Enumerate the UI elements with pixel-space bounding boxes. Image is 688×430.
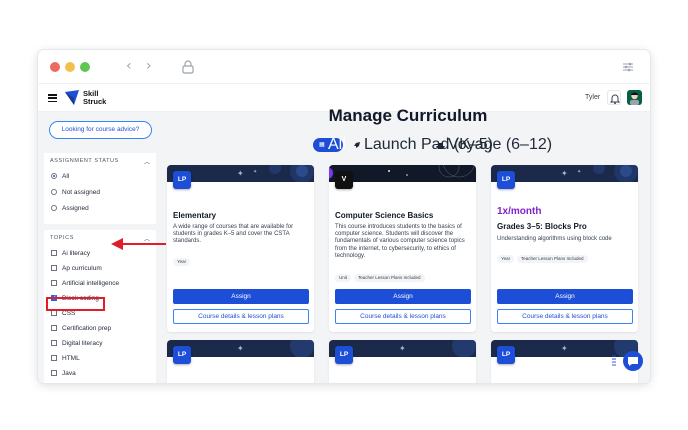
assign-button[interactable]: Assign	[335, 289, 471, 304]
topic-label: Artificial intelligence	[62, 280, 120, 287]
close-window-button[interactable]	[50, 62, 60, 72]
course-type-badge: V	[335, 171, 353, 189]
rocket-icon	[354, 142, 360, 148]
chat-button[interactable]	[623, 351, 643, 371]
course-type-badge: LP	[173, 171, 191, 189]
svg-text:✦: ✦	[237, 344, 244, 353]
svg-text:✦: ✦	[237, 169, 244, 178]
svg-text:✦: ✦	[253, 169, 257, 175]
window-chrome: ‹ ›	[38, 50, 650, 84]
course-card: ✦ ✦ LP Elementary A wide range of courses…	[167, 165, 314, 332]
course-type-badge: LP	[173, 346, 191, 364]
assign-button[interactable]: Assign	[173, 289, 309, 304]
course-description: A wide range of courses that are availab…	[173, 224, 294, 245]
browser-window: ‹ › Skill Struck Tyler Looking for cours…	[38, 50, 650, 383]
course-advice-button[interactable]: Looking for course advice?	[49, 121, 152, 139]
course-title: Grades 3–5: Blocks Pro	[497, 222, 587, 231]
topic-label: Certification prep	[62, 325, 112, 332]
tab-label: All	[328, 136, 346, 153]
checkbox[interactable]	[51, 280, 57, 286]
checkbox[interactable]	[51, 370, 57, 376]
course-card: ✦ LP	[167, 340, 314, 383]
course-tag: Year	[173, 258, 191, 266]
assignment-status-panel: ASSIGNMENT STATUS ︿ All Not assigned Ass…	[44, 153, 156, 224]
status-option-label: Not assigned	[62, 189, 100, 196]
svg-text:✦: ✦	[561, 344, 568, 353]
checkbox[interactable]	[51, 250, 57, 256]
course-description: Understanding algorithms using block cod…	[497, 236, 612, 242]
radio-button[interactable]	[51, 189, 57, 195]
course-tag: Unit	[335, 274, 352, 282]
brand-name: Skill Struck	[83, 90, 106, 106]
minimize-window-button[interactable]	[65, 62, 75, 72]
topic-label: Ap curriculum	[62, 265, 102, 272]
course-type-badge: LP	[497, 346, 515, 364]
course-tag: Year	[497, 255, 515, 263]
ship-icon	[436, 143, 445, 149]
topic-label: Java	[62, 370, 76, 377]
chevron-up-icon[interactable]: ︿	[144, 157, 150, 166]
course-card: V Computer Science Basics This course in…	[329, 165, 476, 332]
course-title: Elementary	[173, 211, 217, 220]
avatar[interactable]	[627, 90, 642, 105]
tab-all[interactable]: ▦ All	[313, 136, 346, 153]
course-tag: Teacher Lesson Plans Included	[517, 255, 588, 263]
assignment-status-title: ASSIGNMENT STATUS	[50, 158, 119, 164]
assign-button[interactable]: Assign	[497, 289, 633, 304]
chat-icon	[628, 357, 638, 366]
user-name: Tyler	[585, 94, 601, 101]
menu-icon[interactable]	[48, 94, 57, 103]
maximize-window-button[interactable]	[80, 62, 90, 72]
course-details-button[interactable]: Course details & lesson plans	[335, 309, 471, 324]
topic-label: Ai literacy	[62, 250, 91, 257]
curriculum-main: Manage Curriculum ▦ All Launch Pad (K–5)…	[166, 106, 650, 383]
chevron-right-icon[interactable]: ›	[146, 58, 152, 74]
checkbox[interactable]	[51, 355, 57, 361]
checkbox[interactable]	[51, 265, 57, 271]
svg-text:✦: ✦	[577, 169, 581, 175]
course-card: ✦ LP	[329, 340, 476, 383]
radio-button[interactable]	[51, 173, 57, 179]
course-tag: Teacher Lesson Plans Included	[354, 274, 425, 282]
page-title: Manage Curriculum	[328, 106, 488, 125]
course-type-badge: LP	[497, 171, 515, 189]
status-option-label: All	[62, 173, 70, 180]
topics-title: TOPICS	[50, 235, 74, 241]
skill-struck-logo	[65, 90, 79, 105]
status-option-label: Assigned	[62, 205, 89, 212]
radio-button[interactable]	[51, 205, 57, 211]
notifications-button[interactable]	[607, 90, 621, 105]
course-description: This course introduces students to the b…	[335, 224, 465, 259]
course-card: ✦ ✦ LP 1x/month Grades 3–5: Blocks Pro Un…	[491, 165, 638, 332]
drag-handle-icon[interactable]	[612, 355, 616, 367]
topic-label: HTML	[62, 355, 80, 362]
course-price: 1x/month	[497, 206, 542, 217]
tab-label: Voyage (6–12)	[448, 136, 553, 153]
checkbox[interactable]	[51, 340, 57, 346]
svg-text:✦: ✦	[399, 344, 406, 353]
course-details-button[interactable]: Course details & lesson plans	[497, 309, 633, 324]
checkbox[interactable]	[51, 325, 57, 331]
grid-icon: ▦	[319, 141, 325, 148]
tab-voyage[interactable]: Voyage (6–12)	[434, 137, 552, 153]
course-title: Computer Science Basics	[335, 211, 434, 220]
svg-text:✦: ✦	[561, 169, 568, 178]
settings-sliders-icon[interactable]	[622, 61, 634, 73]
chevron-left-icon[interactable]: ‹	[126, 58, 132, 74]
tab-launch-pad[interactable]: Launch Pad (K–5)	[350, 137, 493, 153]
lock-icon	[182, 60, 194, 74]
bell-icon	[609, 94, 621, 105]
brand-line-2: Struck	[83, 97, 107, 106]
course-type-badge: LP	[335, 346, 353, 364]
topic-label: Digital literacy	[62, 340, 103, 347]
highlight-box	[46, 297, 105, 311]
course-details-button[interactable]: Course details & lesson plans	[173, 309, 309, 324]
